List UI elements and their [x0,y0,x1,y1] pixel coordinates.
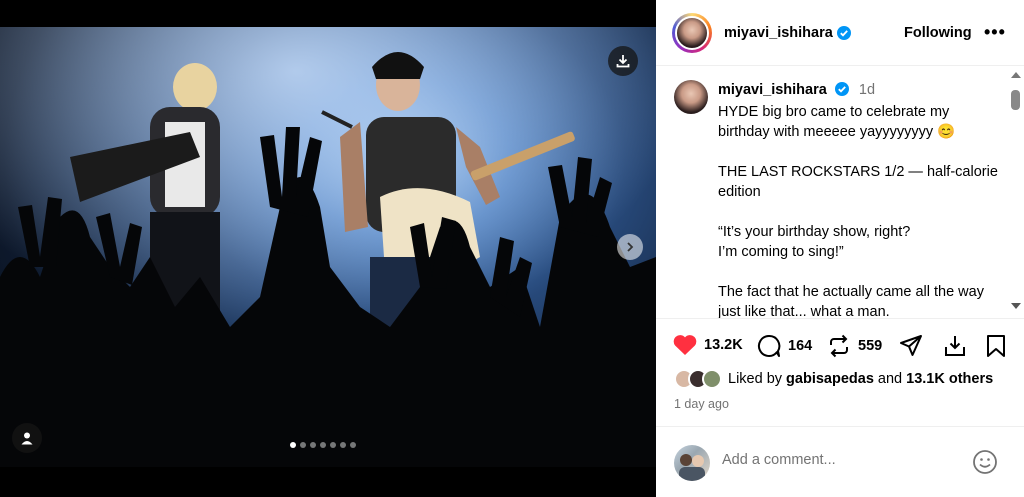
current-user-avatar [674,445,710,481]
repost-button[interactable]: 559 [826,333,882,359]
heart-icon [673,335,697,355]
liked-by-user[interactable]: gabisapedas [786,371,874,387]
bookmark-icon [987,335,1005,357]
download-to-tray-icon [945,336,965,356]
caption-paragraph: The fact that he actually came all the w… [718,284,984,318]
like-button[interactable]: 13.2K [672,333,743,357]
caption-paragraph: HYDE big bro came to celebrate my birthd… [718,104,956,140]
liker-avatars[interactable] [674,369,724,389]
download-icon [616,55,630,68]
comments-scrollbar[interactable] [1008,66,1022,318]
liked-by-summary: Liked by gabisapedas and 13.1K others [674,369,993,389]
avatar [675,15,709,50]
repost-count: 559 [858,338,883,354]
caption-avatar[interactable] [674,80,708,114]
caption-header: miyavi_ishihara 1d [718,82,875,98]
verified-badge-icon [834,82,849,96]
emoji-icon[interactable] [972,449,998,475]
post-media [0,0,656,497]
post-timestamp[interactable]: 1 day ago [674,397,729,411]
liked-by-others[interactable]: 13.1K others [906,371,993,387]
save-to-collection-button[interactable] [942,333,974,359]
share-button[interactable] [898,333,930,359]
carousel-dot [340,442,346,448]
carousel-indicator [290,442,356,448]
carousel-dot [290,442,296,448]
caption-time: 1d [858,82,876,98]
tagged-people-button[interactable] [12,423,42,453]
send-icon [900,335,922,356]
more-options-icon[interactable]: ••• [984,22,1006,43]
carousel-dot [320,442,326,448]
story-ring[interactable] [672,12,712,53]
bookmark-button[interactable] [984,333,1014,359]
comment-count: 164 [788,338,813,354]
caption-username[interactable]: miyavi_ishihara [718,82,827,98]
action-bar: 13.2K 164 559 [656,318,1024,374]
caption-text: HYDE big bro came to celebrate my birthd… [718,102,998,318]
scroll-down-arrow[interactable] [1011,303,1021,309]
post-photo [0,27,656,467]
scroll-up-arrow[interactable] [1011,72,1021,78]
following-button[interactable]: Following [904,25,972,41]
add-comment-bar [656,426,1024,497]
liked-by-prefix: Liked by [728,371,787,387]
caption-paragraph: THE LAST ROCKSTARS 1/2 — half-calorie ed… [718,164,998,200]
chevron-right-icon [627,242,634,252]
liked-by-middle: and [873,371,907,387]
post-side-panel: miyavi_ishihara Following ••• miyavi_ish… [656,0,1024,497]
caption-paragraph: “It’s your birthday show, right? I’m com… [718,224,911,260]
comments-section: miyavi_ishihara 1d HYDE big bro came to … [656,66,1024,318]
repost-icon [830,334,848,358]
scroll-thumb[interactable] [1011,90,1020,110]
verified-badge-icon [836,25,851,40]
comment-input[interactable] [722,452,952,468]
download-button[interactable] [608,46,638,76]
author-username[interactable]: miyavi_ishihara [724,25,833,41]
carousel-dot [300,442,306,448]
carousel-dot [310,442,316,448]
avatar [702,369,722,389]
like-count: 13.2K [704,337,743,353]
comment-icon [757,334,781,357]
carousel-dot [350,442,356,448]
carousel-next-button[interactable] [617,234,643,260]
post-header: miyavi_ishihara Following ••• [656,0,1024,66]
user-icon [21,432,33,445]
carousel-dot [330,442,336,448]
comment-button[interactable]: 164 [756,333,812,359]
